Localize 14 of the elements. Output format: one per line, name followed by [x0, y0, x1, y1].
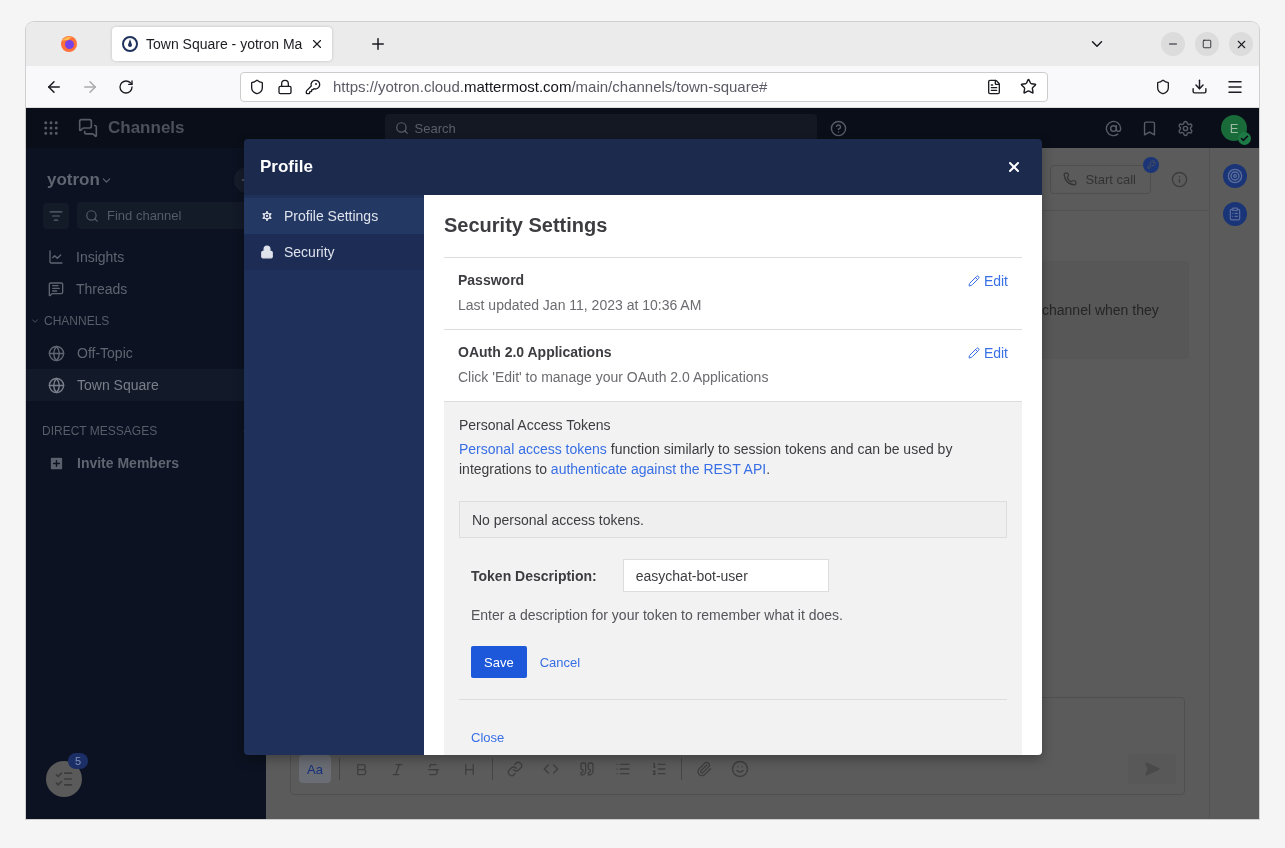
setting-title: Password: [458, 272, 526, 288]
tokens-description: Personal access tokens function similarly to session tokens and can be used by integrations to authenticate against the REST API.: [459, 440, 954, 479]
product-title: Channels: [108, 118, 185, 138]
setting-title: Personal Access Tokens: [459, 417, 612, 433]
help-text: Enter a description for your token to remember what it does.: [471, 607, 844, 623]
field-label: Token Description:: [471, 567, 597, 584]
empty-message: No personal access tokens.: [459, 501, 1007, 538]
count-badge: 5: [68, 753, 88, 769]
setting-description: Click 'Edit' to manage your OAuth 2.0 Applications: [458, 369, 770, 385]
section-title: Security Settings: [444, 195, 1022, 258]
url-text: https://yotron.cloud.mattermost.com/main/channels/town-square#: [333, 78, 769, 95]
setting-description: Last updated Jan 11, 2023 at 10:36 AM: [458, 297, 703, 313]
setting-title: OAuth 2.0 Applications: [458, 344, 613, 360]
dialog-title: Profile: [260, 157, 313, 177]
